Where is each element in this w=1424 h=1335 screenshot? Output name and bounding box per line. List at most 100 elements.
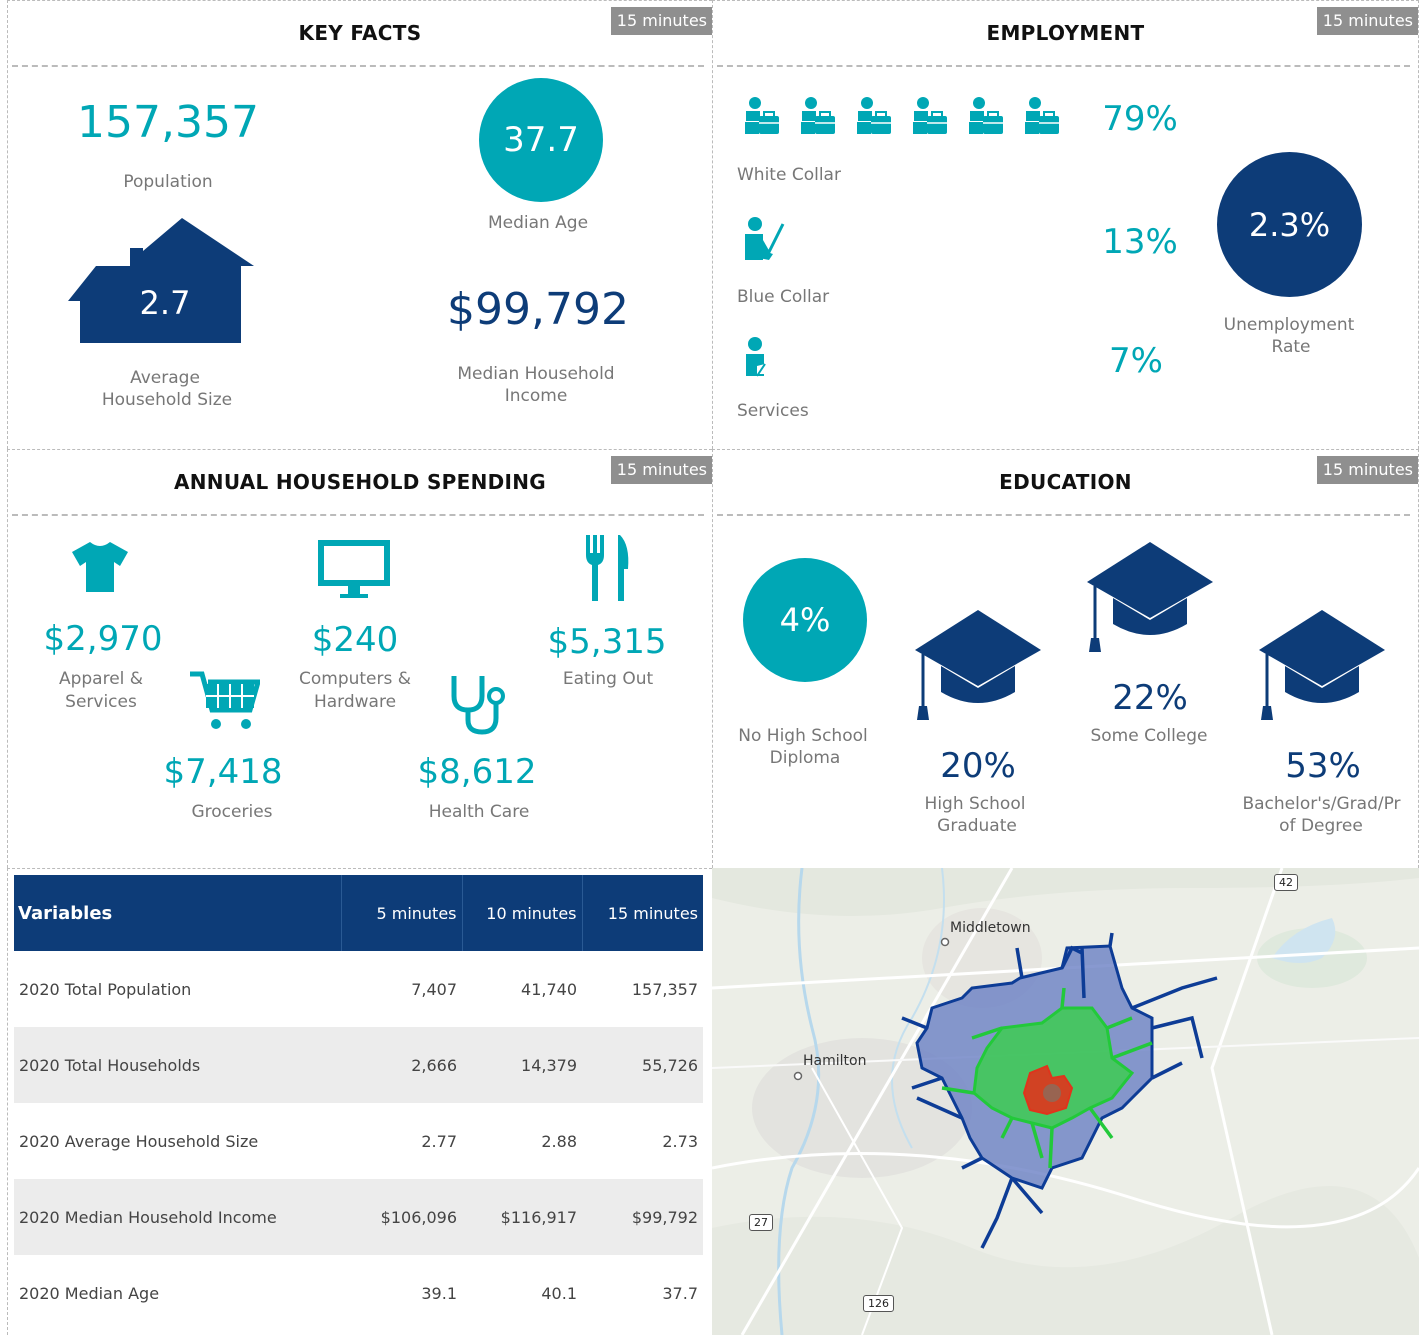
route-shield-126: 126 <box>863 1295 894 1312</box>
table-row: 2020 Total Population 7,407 41,740 157,3… <box>14 951 703 1027</box>
divider <box>12 65 704 67</box>
household-size-label-1: Average <box>130 368 200 388</box>
time-badge: 15 minutes <box>1316 7 1418 35</box>
median-age-circle: 37.7 <box>479 78 603 202</box>
table-cell: 2020 Median Household Income <box>14 1179 341 1255</box>
hs-value: 20% <box>940 746 1016 786</box>
house-icon <box>68 218 254 343</box>
panel-title: ANNUAL HOUSEHOLD SPENDING <box>173 470 547 494</box>
white-collar-icon-row <box>743 96 1063 136</box>
table-cell: 2.73 <box>662 1131 698 1151</box>
time-badge: 15 minutes <box>1316 456 1418 484</box>
city-label-middletown: Middletown <box>950 920 1031 936</box>
table-cell: 2020 Median Age <box>19 1283 160 1303</box>
drive-time-map[interactable]: Middletown Hamilton 42 27 126 <box>712 868 1419 1335</box>
median-age-label: Median Age <box>487 213 589 233</box>
no-hs-circle: 4% <box>743 558 867 682</box>
table-cell: 39.1 <box>421 1283 457 1303</box>
table-cell: 157,357 <box>631 979 698 999</box>
no-hs-value: 4% <box>779 601 831 639</box>
column-header: Variables <box>14 875 342 951</box>
white-collar-icon <box>1025 97 1059 134</box>
blue-collar-pct: 13% <box>1102 222 1178 262</box>
table-cell: 41,740 <box>521 979 577 999</box>
table-cell: 2,666 <box>341 1027 462 1103</box>
population-label: Population <box>123 172 213 192</box>
route-shield-27: 27 <box>749 1214 773 1231</box>
services-pct: 7% <box>1109 341 1163 381</box>
income-value: $99,792 <box>447 284 629 335</box>
divider <box>717 65 1410 67</box>
table-cell: 2.88 <box>541 1131 577 1151</box>
health-value: $8,612 <box>417 752 537 792</box>
table-cell: 7,407 <box>411 979 457 999</box>
white-collar-icon <box>969 97 1003 134</box>
column-header: 15 minutes <box>582 875 703 951</box>
education-panel: EDUCATION 15 minutes 4% No High School D… <box>712 449 1419 868</box>
bachelors-label-1: Bachelor's/Grad/Pr <box>1242 794 1401 814</box>
apparel-label-2: Services <box>65 692 137 712</box>
spending-panel: ANNUAL HOUSEHOLD SPENDING 15 minutes $2,… <box>7 449 712 868</box>
city-label-hamilton: Hamilton <box>803 1053 867 1069</box>
column-header: 5 minutes <box>341 875 463 951</box>
employment-panel: EMPLOYMENT 15 minutes 79% White Collar 1… <box>712 0 1419 449</box>
table-cell: 14,379 <box>462 1027 582 1103</box>
panel-title: EDUCATION <box>999 470 1132 494</box>
map-canvas[interactable] <box>712 868 1419 1335</box>
bachelors-label-2: of Degree <box>1279 816 1363 836</box>
table-cell: $106,096 <box>341 1179 462 1255</box>
variables-table: Variables 5 minutes 10 minutes 15 minute… <box>14 875 703 1331</box>
table-cell: 2020 Total Households <box>14 1027 341 1103</box>
table-cell: $116,917 <box>462 1179 582 1255</box>
panel-title: EMPLOYMENT <box>986 21 1145 45</box>
computers-value: $240 <box>311 620 399 660</box>
panel-title: KEY FACTS <box>298 21 422 45</box>
table-row: 2020 Median Age 39.1 40.1 37.7 <box>14 1255 703 1331</box>
table-cell: 2020 Total Population <box>19 979 192 999</box>
table-row: 2020 Average Household Size 2.77 2.88 2.… <box>14 1103 703 1179</box>
table-header-row: Variables 5 minutes 10 minutes 15 minute… <box>14 875 703 951</box>
graduation-cap-icon <box>1259 610 1385 720</box>
table-cell: 37.7 <box>662 1283 698 1303</box>
household-size-value: 2.7 <box>139 284 191 322</box>
table-cell: $99,792 <box>582 1179 703 1255</box>
services-icon <box>746 337 766 377</box>
key-facts-panel: KEY FACTS 15 minutes 157,357 Population … <box>7 0 712 449</box>
bachelors-value: 53% <box>1285 746 1361 786</box>
eating-label: Eating Out <box>562 669 654 689</box>
table-cell: 55,726 <box>582 1027 703 1103</box>
hs-label-2: Graduate <box>937 816 1017 836</box>
blue-collar-label: Blue Collar <box>737 287 830 307</box>
white-collar-icon <box>857 97 891 134</box>
graduation-cap-icon <box>915 610 1041 720</box>
time-badge: 15 minutes <box>610 7 712 35</box>
column-header: 10 minutes <box>462 875 583 951</box>
stethoscope-icon <box>451 676 505 735</box>
computers-label-1: Computers & <box>298 669 412 689</box>
unemployment-value: 2.3% <box>1248 205 1331 244</box>
population-value: 157,357 <box>77 97 259 148</box>
no-hs-label-2: Diploma <box>769 748 841 768</box>
monitor-icon <box>318 540 390 598</box>
table-cell: 40.1 <box>541 1283 577 1303</box>
health-label: Health Care <box>428 802 530 822</box>
groceries-value: $7,418 <box>163 752 283 792</box>
apparel-label-1: Apparel & <box>58 669 144 689</box>
utensils-icon <box>586 535 629 601</box>
blue-collar-icon <box>745 217 785 260</box>
hs-label-1: High School <box>924 794 1026 814</box>
route-shield-42: 42 <box>1274 874 1298 891</box>
unemployment-circle: 2.3% <box>1217 152 1362 297</box>
median-age-value: 37.7 <box>503 120 579 160</box>
divider <box>12 514 704 516</box>
some-college-label: Some College <box>1090 726 1208 746</box>
cart-icon <box>190 671 260 729</box>
income-label-1: Median Household <box>457 364 615 384</box>
no-hs-label-1: No High School <box>738 726 868 746</box>
graduation-cap-icon <box>1087 542 1213 652</box>
some-college-value: 22% <box>1112 678 1188 718</box>
tshirt-icon <box>72 542 128 592</box>
white-collar-label: White Collar <box>737 165 841 185</box>
groceries-label: Groceries <box>191 802 273 822</box>
time-badge: 15 minutes <box>610 456 712 484</box>
